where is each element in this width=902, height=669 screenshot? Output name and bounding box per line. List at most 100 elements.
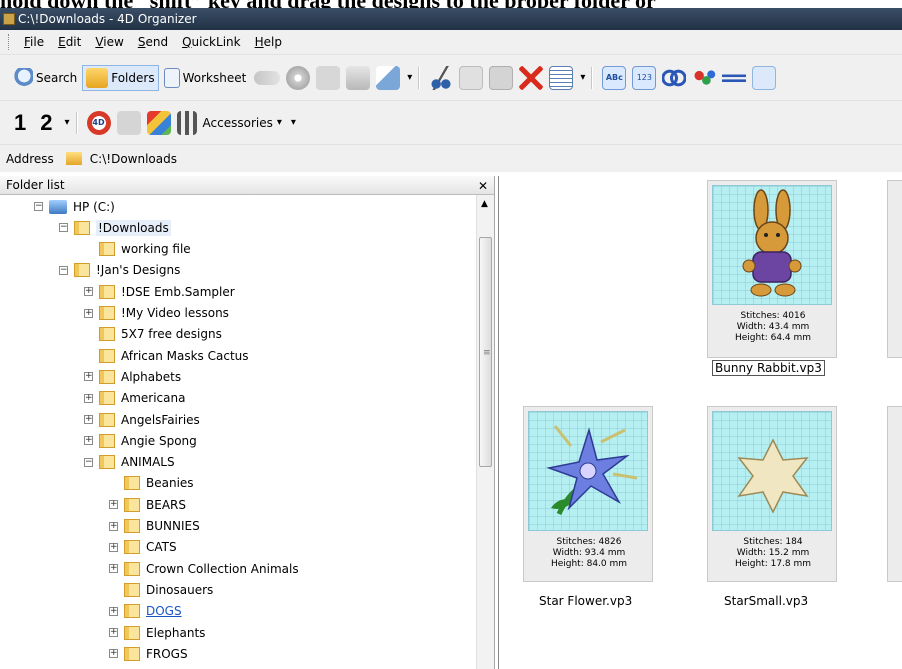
toolbar2-overflow-icon[interactable]: ▾: [65, 117, 70, 128]
abc-icon[interactable]: ABc: [602, 65, 627, 90]
folder-tree-item[interactable]: + !DSE Emb.Sampler: [84, 281, 235, 302]
folder-icon: [99, 391, 115, 406]
expand-icon[interactable]: +: [84, 415, 93, 424]
folder-tree-item[interactable]: − ANIMALS: [84, 452, 175, 473]
design-card-bunny[interactable]: Stitches: 4016 Width: 43.4 mm Height: 64…: [707, 180, 837, 358]
disc-icon[interactable]: [286, 65, 311, 90]
folder-tree-item[interactable]: + AngelsFairies: [84, 409, 200, 430]
accessories-dropdown[interactable]: Accessories ▾: [200, 110, 285, 136]
menu-view[interactable]: View: [88, 35, 130, 49]
copy-icon[interactable]: [459, 65, 484, 90]
close-icon[interactable]: ✕: [478, 177, 488, 196]
menu-help[interactable]: Help: [248, 35, 289, 49]
collapse-icon[interactable]: −: [59, 265, 68, 275]
expand-icon[interactable]: +: [109, 500, 118, 510]
paste-icon[interactable]: [489, 65, 514, 90]
folder-tree-label: BUNNIES: [146, 519, 200, 533]
toolbar-overflow-icon[interactable]: ▾: [407, 72, 412, 83]
folder-tree-item[interactable]: 5X7 free designs: [84, 324, 222, 345]
menu-send[interactable]: Send: [131, 35, 175, 49]
scroll-thumb[interactable]: ≡: [479, 237, 492, 467]
numbers-icon[interactable]: 123: [632, 65, 657, 90]
expand-icon[interactable]: +: [84, 372, 93, 382]
worksheet-label: Worksheet: [182, 70, 247, 85]
sort-1-button[interactable]: 1: [14, 110, 26, 136]
folder-tree-item[interactable]: working file: [84, 239, 191, 260]
collapse-icon[interactable]: −: [84, 457, 93, 467]
folder-tree-item[interactable]: + CATS: [109, 537, 177, 558]
folder-tree-item[interactable]: Beanies: [109, 473, 194, 494]
help-cursor-icon[interactable]: [376, 65, 401, 90]
design-filename[interactable]: StarSmall.vp3: [724, 594, 808, 608]
folder-tree-item[interactable]: − !Jan's Designs: [59, 260, 180, 281]
folder-list-scrollbar[interactable]: ▲ ≡: [476, 195, 494, 669]
folder-tree-item[interactable]: − !Downloads: [59, 217, 171, 238]
scroll-up-icon[interactable]: ▲: [481, 199, 488, 209]
worksheet-button[interactable]: Worksheet: [161, 65, 250, 91]
expand-icon[interactable]: +: [84, 287, 93, 297]
folder-tree-item[interactable]: + Elephants: [109, 622, 205, 643]
toolbar2-overflow-icon-2[interactable]: ▾: [291, 117, 296, 128]
menu-file[interactable]: File: [17, 35, 51, 49]
cut-icon[interactable]: [429, 65, 454, 90]
4d-logo-icon[interactable]: 4D: [86, 110, 111, 135]
expand-icon[interactable]: +: [109, 521, 118, 531]
menu-edit[interactable]: Edit: [51, 35, 88, 49]
toolbar-separator-2: [591, 66, 594, 89]
folder-tree-item[interactable]: + Angie Spong: [84, 430, 197, 451]
properties-icon[interactable]: [549, 65, 574, 90]
collapse-icon[interactable]: −: [59, 223, 68, 233]
search-button[interactable]: Search: [8, 65, 80, 91]
folder-tree-item[interactable]: Dinosauers: [109, 579, 213, 600]
folders-label: Folders: [111, 70, 155, 85]
design-card-star-flower[interactable]: Stitches: 4826 Width: 93.4 mm Height: 84…: [523, 406, 653, 582]
search-icon: [11, 67, 33, 88]
expand-icon[interactable]: +: [109, 564, 118, 574]
folder-tree-item[interactable]: + FROGS: [109, 643, 188, 664]
print-icon[interactable]: [346, 65, 371, 90]
toolbar-overflow-icon-2[interactable]: ▾: [580, 72, 585, 83]
triangle-up-icon[interactable]: [752, 65, 777, 90]
design-card-partial-bottom[interactable]: [887, 406, 902, 582]
design-filename[interactable]: Bunny Rabbit.vp3: [712, 360, 825, 376]
expand-icon[interactable]: +: [109, 542, 118, 552]
design-card-partial-top[interactable]: [887, 180, 902, 358]
folder-tree-item[interactable]: + !My Video lessons: [84, 303, 229, 324]
book-icon[interactable]: [116, 110, 141, 135]
expand-icon[interactable]: +: [84, 393, 93, 403]
folder-tree-item[interactable]: + DOGS: [109, 601, 182, 622]
expand-icon[interactable]: +: [109, 649, 118, 659]
folder-icon: [99, 369, 115, 384]
collapse-icon[interactable]: −: [34, 202, 43, 211]
folder-tree-item[interactable]: + Crown Collection Animals: [109, 558, 299, 579]
arrows-icon[interactable]: [722, 65, 747, 90]
link-icon[interactable]: [662, 65, 687, 90]
address-path[interactable]: C:\!Downloads: [90, 152, 177, 166]
menu-quicklink[interactable]: QuickLink: [175, 35, 248, 49]
folder-tree-item[interactable]: − HP (C:): [34, 196, 115, 217]
accessories-label: Accessories: [202, 115, 273, 130]
folder-tree-item[interactable]: African Masks Cactus: [84, 345, 249, 366]
expand-icon[interactable]: +: [109, 628, 118, 637]
sort-2-button[interactable]: 2: [40, 110, 52, 136]
expand-icon[interactable]: +: [84, 308, 93, 318]
back-forward-icon[interactable]: [254, 70, 281, 85]
folder-tree-item[interactable]: + Alphabets: [84, 366, 181, 387]
app-icon: [3, 13, 15, 25]
folder-tree-item[interactable]: + Americana: [84, 388, 185, 409]
expand-icon[interactable]: +: [84, 436, 93, 446]
folder-tree-item[interactable]: + BEARS: [109, 494, 186, 515]
scissors-gray-icon[interactable]: [316, 65, 341, 90]
color-dots-icon[interactable]: [692, 65, 717, 90]
design-stats: Stitches: 4016 Width: 43.4 mm Height: 64…: [708, 311, 838, 344]
design-filename[interactable]: Star Flower.vp3: [539, 594, 632, 608]
folder-tree-item[interactable]: + BUNNIES: [109, 516, 200, 537]
folder-tree-label: AngelsFairies: [121, 412, 200, 427]
expand-icon[interactable]: +: [109, 606, 118, 616]
design-card-star-small[interactable]: Stitches: 184 Width: 15.2 mm Height: 17.…: [707, 406, 837, 582]
paint-icon[interactable]: [146, 110, 171, 135]
folder-tree-label: FROGS: [146, 646, 188, 661]
delete-icon[interactable]: [519, 65, 544, 90]
folders-button[interactable]: Folders: [82, 64, 159, 91]
